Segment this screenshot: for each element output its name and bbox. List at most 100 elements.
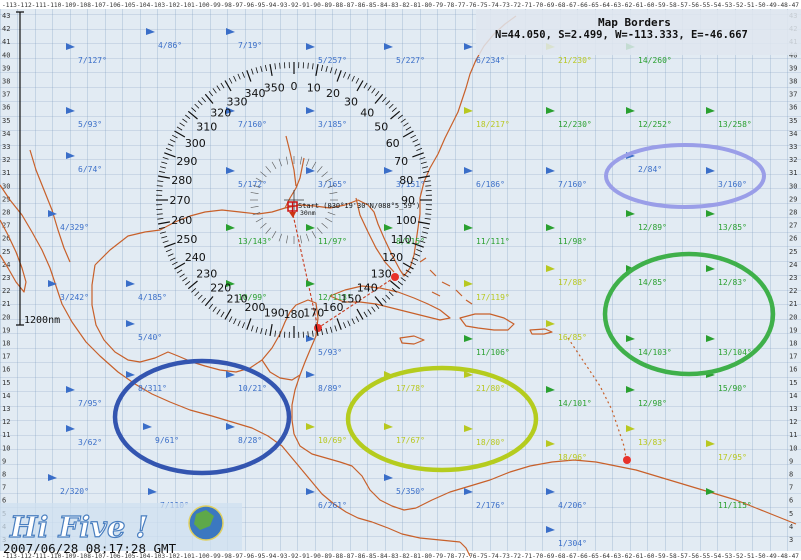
latitude-tick-label: 11 — [789, 431, 797, 439]
compass-degree-label: 110 — [391, 233, 412, 246]
compass-degree-label: 50 — [374, 121, 388, 134]
wind-label: 2/84° — [638, 165, 662, 174]
latitude-tick-label: 25 — [2, 248, 10, 256]
map-borders-title: Map Borders — [598, 16, 671, 29]
latitude-tick-label: 26 — [789, 235, 797, 243]
latitude-tick-label: 19 — [789, 326, 797, 334]
wind-label: 7/160° — [558, 180, 587, 189]
compass-degree-label: 220 — [210, 281, 231, 294]
wind-label: 17/95° — [718, 453, 747, 462]
compass-degree-label: 60 — [386, 137, 400, 150]
wind-label: 15/90° — [718, 384, 747, 393]
wind-label: 13/258° — [718, 120, 752, 129]
sailing-map-view[interactable]: -113-112-111-110-109-108-107-106-105-104… — [0, 0, 801, 560]
nautical-chart[interactable]: -113-112-111-110-109-108-107-106-105-104… — [0, 0, 801, 560]
latitude-tick-label: 19 — [2, 326, 10, 334]
latitude-tick-label: 22 — [2, 287, 10, 295]
latitude-tick-label: 43 — [2, 12, 10, 20]
wind-label: 7/160° — [238, 120, 267, 129]
compass-degree-label: 190 — [264, 306, 285, 319]
latitude-tick-label: 28 — [2, 209, 10, 217]
latitude-tick-label: 39 — [789, 64, 797, 72]
compass-degree-label: 40 — [360, 107, 374, 120]
waypoint-marker[interactable] — [391, 273, 399, 281]
wind-label: 12/252° — [638, 120, 672, 129]
compass-degree-label: 270 — [170, 194, 191, 207]
compass-degree-label: 250 — [176, 233, 197, 246]
compass-degree-label: 30 — [344, 95, 358, 108]
compass-degree-label: 300 — [185, 137, 206, 150]
latitude-tick-label: 39 — [2, 64, 10, 72]
compass-degree-label: 0 — [291, 80, 298, 93]
compass-degree-label: 260 — [171, 214, 192, 227]
wind-label: 5/172° — [238, 180, 267, 189]
start-label: Start (030°19'30"N/088°5_59") — [298, 202, 420, 210]
compass-degree-label: 170 — [303, 306, 324, 319]
compass-degree-label: 350 — [264, 82, 285, 95]
wind-label: 5/93° — [78, 120, 102, 129]
latitude-tick-label: 17 — [2, 353, 10, 361]
latitude-tick-label: 32 — [789, 156, 797, 164]
latitude-tick-label: 9 — [789, 457, 793, 465]
wind-label: 13/83° — [638, 438, 667, 447]
latitude-tick-label: 5 — [789, 510, 793, 518]
wind-label: 3/62° — [78, 438, 102, 447]
latitude-tick-label: 38 — [789, 78, 797, 86]
latitude-tick-label: 30 — [789, 182, 797, 190]
latitude-tick-label: 28 — [789, 209, 797, 217]
latitude-tick-label: 15 — [2, 379, 10, 387]
latitude-tick-label: 18 — [2, 340, 10, 348]
latitude-tick-label: 29 — [789, 195, 797, 203]
latitude-tick-label: 35 — [789, 117, 797, 125]
wind-label: 11/98° — [558, 237, 587, 246]
wind-label: 6/74° — [78, 165, 102, 174]
wind-label: 4/206° — [558, 501, 587, 510]
latitude-tick-label: 32 — [2, 156, 10, 164]
compass-degree-label: 230 — [196, 267, 217, 280]
waypoint-marker[interactable] — [314, 324, 322, 332]
compass-degree-label: 290 — [176, 155, 197, 168]
compass-degree-label: 10 — [307, 82, 321, 95]
latitude-tick-label: 41 — [2, 38, 10, 46]
waypoint-marker[interactable] — [623, 456, 631, 464]
wind-label: 17/119° — [476, 293, 510, 302]
compass-degree-label: 320 — [210, 107, 231, 120]
wind-label: 11/97° — [318, 237, 347, 246]
latitude-tick-label: 6 — [789, 497, 793, 505]
compass-degree-label: 180 — [284, 308, 305, 321]
wind-label: 7/19° — [238, 41, 262, 50]
latitude-tick-label: 13 — [789, 405, 797, 413]
wind-label: 6/261° — [318, 501, 347, 510]
latitude-tick-label: 36 — [2, 104, 10, 112]
wind-label: 5/93° — [318, 348, 342, 357]
latitude-tick-label: 18 — [789, 340, 797, 348]
latitude-tick-label: 4 — [789, 523, 793, 531]
latitude-tick-label: 35 — [2, 117, 10, 125]
latitude-tick-label: 20 — [2, 313, 10, 321]
latitude-tick-label: 24 — [789, 261, 797, 269]
latitude-tick-label: 37 — [2, 91, 10, 99]
latitude-tick-label: 10 — [789, 444, 797, 452]
latitude-tick-label: 27 — [789, 222, 797, 230]
wind-label: 18/80° — [476, 438, 505, 447]
wind-label: 12/98° — [638, 399, 667, 408]
wind-label: 18/217° — [476, 120, 510, 129]
wind-label: 11/115° — [718, 501, 752, 510]
latitude-tick-label: 38 — [2, 78, 10, 86]
latitude-tick-label: 8 — [789, 471, 793, 479]
wind-label: 21/80° — [476, 384, 505, 393]
wind-label: 14/101° — [558, 399, 592, 408]
wind-label: 2/320° — [60, 487, 89, 496]
latitude-tick-label: 16 — [789, 366, 797, 374]
wind-label: 3/242° — [60, 293, 89, 302]
wind-label: 5/257° — [318, 56, 347, 65]
compass-degree-label: 280 — [171, 174, 192, 187]
latitude-tick-label: 23 — [789, 274, 797, 282]
latitude-tick-label: 3 — [789, 536, 793, 544]
latitude-tick-label: 12 — [789, 418, 797, 426]
wind-label: 3/165° — [318, 180, 347, 189]
map-borders-panel: Map Borders N=44.050, S=2.499, W=-113.33… — [476, 10, 801, 55]
wind-label: 1/304° — [558, 539, 587, 548]
wind-label: 13/143° — [238, 237, 272, 246]
wind-label: 16/85° — [558, 333, 587, 342]
